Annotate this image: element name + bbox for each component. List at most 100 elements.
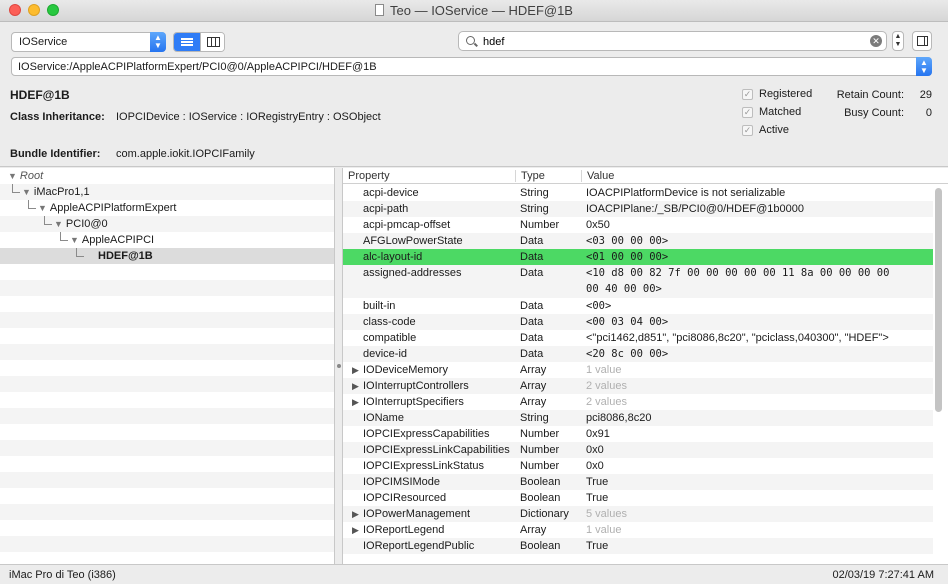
table-row[interactable]: AFGLowPowerState Data <03 00 00 00> xyxy=(343,233,933,249)
property-key: IODeviceMemory xyxy=(363,364,448,376)
path-select[interactable]: IOService:/AppleACPIPlatformExpert/PCI0@… xyxy=(11,57,932,76)
disclosure-triangle-icon[interactable]: ▼ xyxy=(8,171,17,181)
machine-name: iMac Pro di Teo (i386) xyxy=(9,569,116,581)
title-bar: Teo — IOService — HDEF@1B xyxy=(0,0,948,22)
table-header: Property Type Value xyxy=(343,168,948,184)
property-type: Array xyxy=(520,364,547,376)
tree-row-platform-expert[interactable]: ▼ AppleACPIPlatformExpert xyxy=(0,200,334,216)
window-title-text: Teo — IOService — HDEF@1B xyxy=(390,3,573,18)
table-row[interactable]: ▶ IOInterruptSpecifiers Array 2 values xyxy=(343,394,933,410)
table-row[interactable]: IOPCIExpressLinkCapabilities Number 0x0 xyxy=(343,442,933,458)
property-key: IOReportLegend xyxy=(363,524,445,536)
table-row[interactable]: ▶ IOPowerManagement Dictionary 5 values xyxy=(343,506,933,522)
table-row[interactable]: ▶ IODeviceMemory Array 1 value xyxy=(343,362,933,378)
property-value: <01 00 00 00> xyxy=(586,251,669,263)
tree-connector xyxy=(60,232,68,241)
document-icon xyxy=(375,4,385,16)
property-key: IOInterruptSpecifiers xyxy=(363,396,464,408)
column-view-button[interactable] xyxy=(200,33,224,51)
property-key: alc-layout-id xyxy=(363,251,423,263)
column-header-type[interactable]: Type xyxy=(521,170,545,182)
scrollbar-thumb[interactable] xyxy=(935,188,942,412)
property-key: acpi-device xyxy=(363,187,419,199)
column-divider[interactable] xyxy=(515,170,516,182)
path-value: IOService:/AppleACPIPlatformExpert/PCI0@… xyxy=(18,61,377,73)
table-row[interactable]: IOPCIResourced Boolean True xyxy=(343,490,933,506)
property-value: 0x0 xyxy=(586,444,604,456)
table-row[interactable]: device-id Data <20 8c 00 00> xyxy=(343,346,933,362)
busy-count-value: 0 xyxy=(925,107,932,119)
checkmark-icon: ✓ xyxy=(742,106,753,118)
property-key: class-code xyxy=(363,316,416,328)
table-row[interactable]: IOPCIExpressCapabilities Number 0x91 xyxy=(343,426,933,442)
search-input[interactable] xyxy=(481,34,861,49)
property-key: IOName xyxy=(363,412,404,424)
view-mode-segmented-control xyxy=(173,32,225,52)
tree-row-hdef[interactable]: HDEF@1B xyxy=(0,248,334,264)
property-type: Array xyxy=(520,524,547,536)
tree-label: iMacPro1,1 xyxy=(33,186,90,198)
tree-connector xyxy=(76,248,84,257)
property-value: <00> xyxy=(586,300,612,312)
table-row[interactable]: ▶ IOReportLegend Array 1 value xyxy=(343,522,933,538)
table-row[interactable]: built-in Data <00> xyxy=(343,298,933,314)
column-divider[interactable] xyxy=(581,170,582,182)
plane-select-value: IOService xyxy=(19,36,68,48)
table-row[interactable]: class-code Data <00 03 04 00> xyxy=(343,314,933,330)
checkmark-icon: ✓ xyxy=(742,88,753,100)
disclosure-triangle-icon[interactable]: ▶ xyxy=(352,506,359,522)
disclosure-triangle-icon[interactable]: ▶ xyxy=(352,394,359,410)
property-key: AFGLowPowerState xyxy=(363,235,463,247)
tree-row-pci0[interactable]: ▼ PCI0@0 xyxy=(0,216,334,232)
class-inheritance-label: Class Inheritance: xyxy=(10,111,105,123)
disclosure-triangle-icon[interactable]: ▼ xyxy=(38,203,47,213)
object-name: HDEF@1B xyxy=(10,88,70,102)
retain-count-value: 29 xyxy=(919,89,932,101)
tree-row-empty xyxy=(0,408,334,424)
tree-row-imacpro[interactable]: ▼ iMacPro1,1 xyxy=(0,184,334,200)
table-row[interactable]: IOPCIExpressLinkStatus Number 0x0 xyxy=(343,458,933,474)
property-key: IOPowerManagement xyxy=(363,508,470,520)
table-row[interactable]: alc-layout-id Data <01 00 00 00> xyxy=(343,249,933,265)
column-header-property[interactable]: Property xyxy=(348,170,390,182)
disclosure-triangle-icon[interactable]: ▶ xyxy=(352,522,359,538)
disclosure-triangle-icon[interactable]: ▼ xyxy=(22,187,31,197)
table-row[interactable]: compatible Data <"pci1462,d851", "pci8086,… xyxy=(343,330,933,346)
property-type: String xyxy=(520,187,549,199)
table-row[interactable]: acpi-pmcap-offset Number 0x50 xyxy=(343,217,933,233)
pane-splitter[interactable] xyxy=(334,168,343,564)
search-result-stepper[interactable]: ▲ ▼ xyxy=(892,31,904,51)
vertical-scrollbar[interactable] xyxy=(934,186,944,564)
property-value: <03 00 00 00> xyxy=(586,235,669,247)
clear-search-icon[interactable]: ✕ xyxy=(870,35,882,47)
table-row[interactable]: IOPCIMSIMode Boolean True xyxy=(343,474,933,490)
property-value: pci8086,8c20 xyxy=(586,412,652,424)
checkmark-icon: ✓ xyxy=(742,124,753,136)
table-row[interactable]: acpi-device String IOACPIPlatformDevice is… xyxy=(343,185,933,201)
registry-tree: ▼ Root ▼ iMacPro1,1 ▼ AppleACPIPlatformExpe… xyxy=(0,168,334,564)
table-row[interactable]: IOName String pci8086,8c20 xyxy=(343,410,933,426)
property-value: True xyxy=(586,492,609,504)
column-header-value[interactable]: Value xyxy=(587,170,614,182)
disclosure-triangle-icon[interactable]: ▼ xyxy=(54,219,63,229)
table-row[interactable]: IOReportLegendPublic Boolean True xyxy=(343,538,933,554)
table-row[interactable]: assigned-addresses Data <10 d8 00 82 7f 00… xyxy=(343,265,933,298)
tree-row-root[interactable]: ▼ Root xyxy=(0,168,334,184)
property-value: 1 value xyxy=(586,524,622,536)
property-type: Data xyxy=(520,300,544,312)
property-value: True xyxy=(586,540,609,552)
table-row[interactable]: ▶ IOInterruptControllers Array 2 values xyxy=(343,378,933,394)
disclosure-triangle-icon[interactable]: ▼ xyxy=(70,235,79,245)
plane-select[interactable]: IOService ▲ ▼ xyxy=(11,32,166,52)
disclosure-triangle-icon[interactable]: ▶ xyxy=(352,378,359,394)
disclosure-triangle-icon[interactable]: ▶ xyxy=(352,362,359,378)
property-key: built-in xyxy=(363,300,396,312)
list-view-button[interactable] xyxy=(174,33,200,51)
timestamp: 02/03/19 7:27:41 AM xyxy=(832,569,934,581)
inspector-toggle-button[interactable] xyxy=(912,31,932,51)
property-key: IOPCIExpressCapabilities xyxy=(363,428,490,440)
tree-row-acpipci[interactable]: ▼ AppleACPIPCI xyxy=(0,232,334,248)
tree-label: Root xyxy=(19,170,44,182)
property-type: Array xyxy=(520,380,547,392)
table-row[interactable]: acpi-path String IOACPIPlane:/_SB/PCI0@0/H… xyxy=(343,201,933,217)
